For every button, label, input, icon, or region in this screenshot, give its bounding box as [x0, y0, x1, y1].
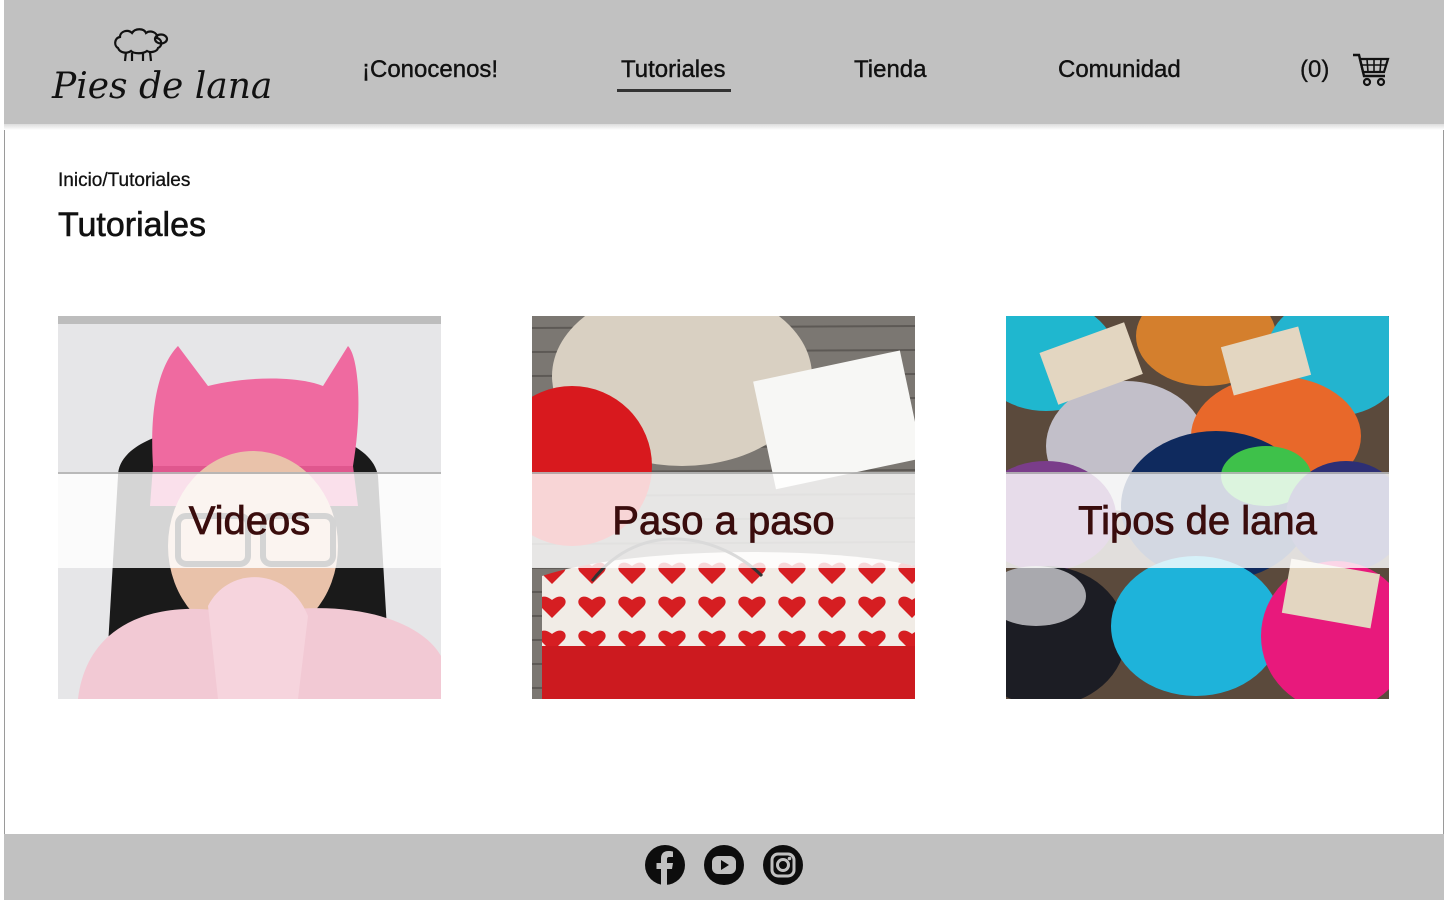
- nav-item-comunidad[interactable]: Comunidad: [1058, 56, 1181, 84]
- nav-item-tienda[interactable]: Tienda: [854, 56, 927, 84]
- nav-item-tutoriales[interactable]: Tutoriales: [616, 56, 732, 92]
- card-label: Tipos de lana: [1078, 498, 1317, 543]
- card-label: Videos: [188, 498, 311, 543]
- card-label-band: Paso a paso: [532, 472, 915, 568]
- card-videos[interactable]: Videos: [58, 316, 441, 699]
- page-title: Tutoriales: [58, 206, 207, 245]
- card-label-band: Videos: [58, 472, 441, 568]
- breadcrumb[interactable]: Inicio/Tutoriales: [58, 170, 191, 192]
- youtube-icon[interactable]: [704, 845, 744, 885]
- brand-logo[interactable]: Pies de lana: [52, 26, 272, 110]
- card-paso-a-paso[interactable]: Paso a paso: [532, 316, 915, 699]
- card-tipos-de-lana[interactable]: Tipos de lana: [1006, 316, 1389, 699]
- instagram-icon[interactable]: [763, 845, 803, 885]
- card-label-band: Tipos de lana: [1006, 472, 1389, 568]
- cart-count[interactable]: (0): [1300, 56, 1330, 84]
- facebook-icon[interactable]: [645, 845, 685, 885]
- sheep-icon: [114, 28, 169, 62]
- nav-item-conocenos[interactable]: ¡Conocenos!: [362, 56, 498, 84]
- card-label: Paso a paso: [612, 498, 835, 543]
- header-shadow: [4, 124, 1444, 130]
- brand-name: Pies de lana: [52, 66, 273, 107]
- shopping-cart-icon[interactable]: [1352, 52, 1390, 93]
